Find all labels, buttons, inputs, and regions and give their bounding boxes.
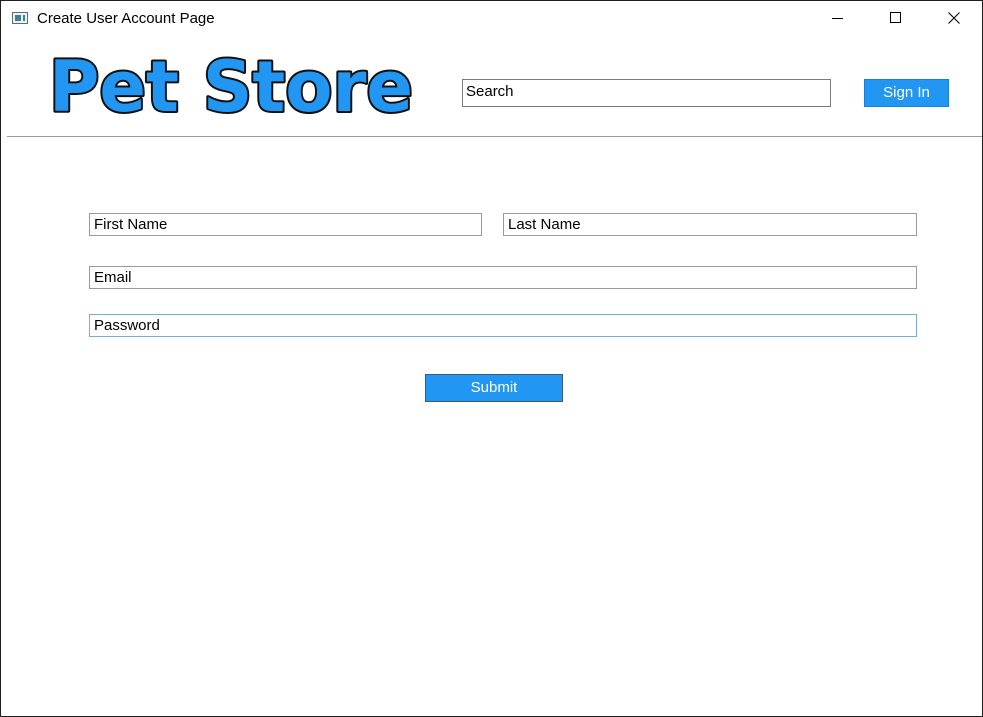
window-title: Create User Account Page [37, 10, 215, 27]
first-name-field[interactable]: First Name [89, 213, 482, 236]
maximize-icon [890, 12, 901, 23]
email-field[interactable]: Email [89, 266, 917, 289]
maximize-button[interactable] [867, 1, 925, 36]
close-icon [948, 12, 960, 24]
logo-text: Pet Store [49, 47, 413, 127]
header-divider [7, 136, 982, 137]
pet-store-logo: Pet Store [47, 47, 415, 127]
last-name-field[interactable]: Last Name [503, 213, 917, 236]
minimize-button[interactable] [809, 1, 867, 36]
submit-button[interactable]: Submit [425, 374, 563, 402]
app-window: Create User Account Page Pet Store Searc… [0, 0, 983, 717]
search-input[interactable]: Search [462, 79, 831, 107]
title-bar[interactable]: Create User Account Page [1, 1, 982, 36]
sign-in-button[interactable]: Sign In [864, 79, 949, 107]
minimize-icon [832, 18, 843, 19]
app-window-icon [12, 12, 28, 24]
password-field[interactable]: Password [89, 314, 917, 337]
close-button[interactable] [925, 1, 982, 36]
